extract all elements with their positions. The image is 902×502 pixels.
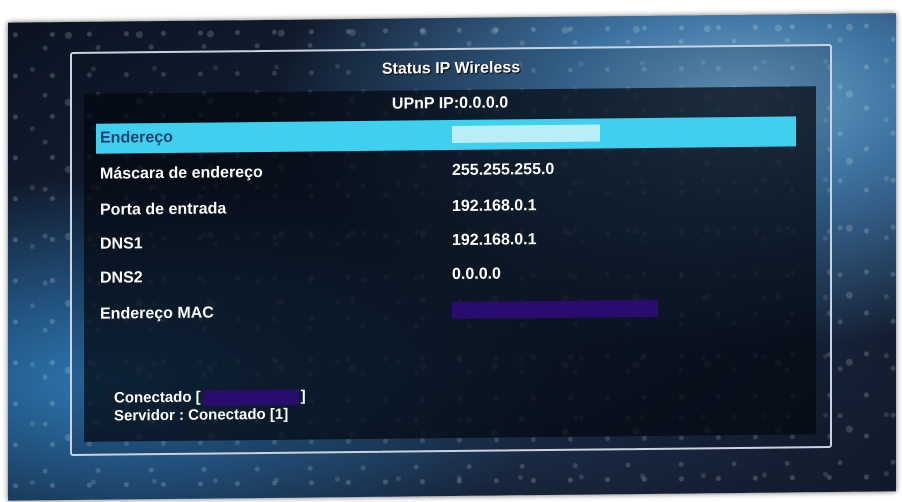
row-value: 255.255.255.0 [452,160,555,179]
row-mac-address[interactable]: Endereço MAC [96,292,796,329]
panel-title: Status IP Wireless [381,59,521,78]
row-address[interactable]: Endereço [96,116,796,154]
row-label: Endereço MAC [100,304,214,323]
tv-screen: Status IP Wireless UPnP IP:0.0.0.0 Ender… [8,13,896,501]
row-value: 192.168.0.1 [452,231,537,249]
row-label: DNS1 [100,235,143,253]
row-label: Porta de entrada [100,200,227,219]
server-status-line: Servidor : Conectado [1] [114,405,289,425]
connected-suffix: ] [300,387,306,405]
row-dns2[interactable]: DNS2 0.0.0.0 [96,256,796,293]
row-label: Endereço [100,128,173,147]
connected-line: Conectado [] [114,388,306,408]
status-list: UPnP IP:0.0.0.0 Endereço Máscara de ende… [84,86,816,442]
connected-prefix: Conectado [ [114,388,201,407]
upnp-ip-label: UPnP IP:0.0.0.0 [391,94,509,113]
row-value: 192.168.0.1 [452,197,537,215]
row-subnet-mask[interactable]: Máscara de endereço 255.255.255.0 [96,152,796,189]
row-gateway[interactable]: Porta de entrada 192.168.0.1 [96,188,796,225]
row-dns1[interactable]: DNS1 192.168.0.1 [96,222,796,259]
status-ip-wireless-panel: Status IP Wireless UPnP IP:0.0.0.0 Ender… [70,44,832,457]
connection-status: Conectado [] Servidor : Conectado [1] [114,388,306,426]
row-value: 0.0.0.0 [452,265,501,283]
redacted-mac-value [452,299,658,319]
redacted-address-value [452,124,600,143]
redacted-connection-name [202,389,299,406]
row-label: DNS2 [100,269,143,287]
row-label: Máscara de endereço [100,163,263,183]
